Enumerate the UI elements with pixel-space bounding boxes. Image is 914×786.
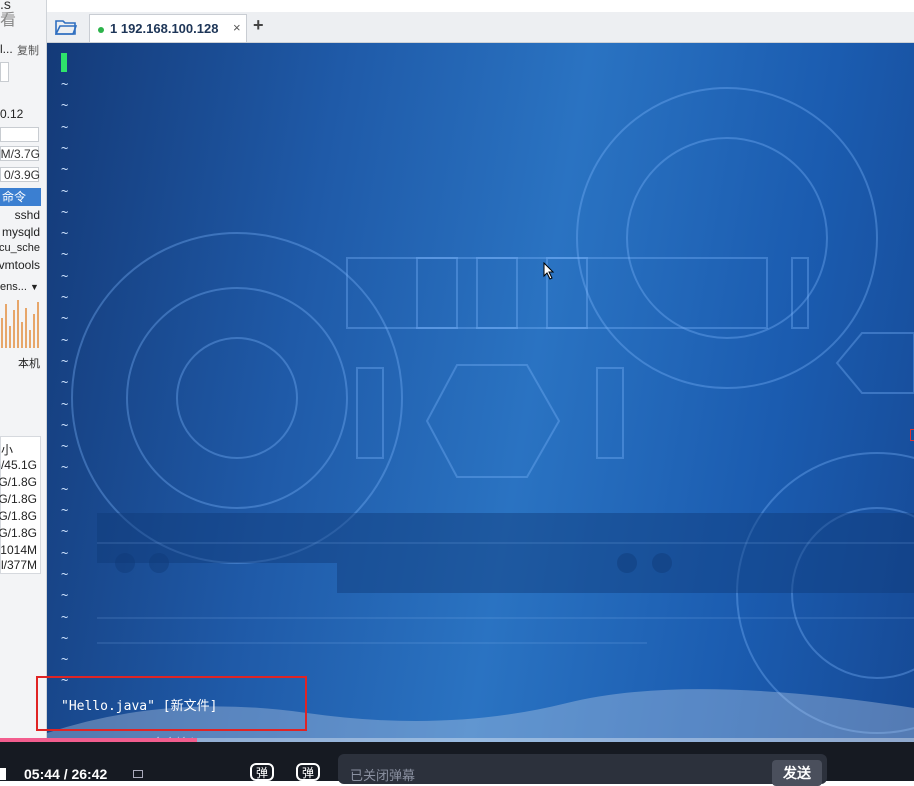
vim-tilde-line: ~ — [61, 524, 69, 539]
interface-dropdown-label: ens... — [0, 281, 27, 293]
close-icon[interactable]: × — [233, 20, 241, 35]
process-item[interactable]: rcu_sche — [0, 242, 40, 254]
disk-row: G/1.8G — [0, 475, 37, 489]
disk-row: G/45.1G — [0, 458, 37, 472]
sidebar: .s 看 l... 复制 0.12 M/3.7G 0/3.9G 命令 sshd … — [0, 0, 47, 738]
vim-tilde-line: ~ — [61, 140, 69, 155]
vim-tilde-line: ~ — [61, 98, 69, 113]
process-column-header[interactable]: 命令 — [0, 188, 41, 206]
video-player-bar: 05:44 / 26:42 弹 弹 已关闭弹幕 发送 — [0, 742, 914, 786]
terminal-cursor — [61, 53, 67, 72]
memory-usage: M/3.7G — [0, 147, 40, 161]
vim-tilde-line: ~ — [61, 268, 69, 283]
video-time: 05:44 / 26:42 — [24, 766, 108, 782]
disk-row: G/1.8G — [0, 509, 37, 523]
vim-tilde-line: ~ — [61, 353, 69, 368]
sidebar-field — [0, 127, 39, 142]
status-dot-icon — [98, 27, 104, 33]
screen-mode-icon[interactable] — [133, 770, 143, 778]
folder-icon[interactable] — [55, 18, 77, 36]
vim-tilde-line: ~ — [61, 247, 69, 262]
vim-tilde-line: ~ — [61, 204, 69, 219]
vim-tilde-line: ~ — [61, 545, 69, 560]
disk-row: 1014M — [0, 543, 37, 557]
process-item[interactable]: sshd — [15, 208, 40, 222]
svg-text:弹: 弹 — [302, 766, 314, 780]
play-pause-icon[interactable] — [0, 768, 6, 780]
copy-button[interactable]: 复制 — [17, 42, 39, 58]
add-tab-button[interactable]: + — [253, 15, 264, 36]
vim-tilde-line: ~ — [61, 417, 69, 432]
vim-tilde-line: ~ — [61, 630, 69, 645]
vim-tilde-line: ~ — [61, 503, 69, 517]
sidebar-field — [0, 62, 9, 82]
terminal-area[interactable]: ~ ~ ~ ~ ~ ~ ~ ~ ~ ~ ~ ~ ~ ~ ~ ~ ~ ~ ~ ~ ~ ~ ~ ~ ~ ~ ~ ~ ~ "Hello.jav… — [47, 43, 914, 743]
vim-tilde-line: ~ — [61, 290, 69, 304]
danmu-toggle-icon[interactable]: 弹 — [249, 760, 275, 782]
process-item[interactable]: mysqld — [2, 225, 40, 239]
disk-header: 小 — [1, 443, 14, 457]
vim-tilde-line: ~ — [61, 652, 69, 667]
vim-tilde-line: ~ — [61, 183, 69, 198]
background-decoration — [47, 87, 914, 743]
vim-tilde-line: ~ — [61, 396, 69, 411]
vim-tilde-line: ~ — [61, 588, 69, 603]
disk-row: G/1.8G — [0, 492, 37, 506]
vim-tilde-line: ~ — [61, 566, 69, 581]
network-chart — [0, 298, 42, 348]
vim-tilde-line: ~ — [61, 77, 69, 91]
vim-tilde-line: ~ — [61, 439, 69, 454]
danmu-settings-icon[interactable]: 弹 — [295, 760, 321, 782]
vim-tilde-line: ~ — [61, 119, 69, 134]
tab-session-label: 1 192.168.100.128 — [110, 21, 219, 36]
mouse-pointer-icon — [543, 262, 555, 280]
vim-tilde-line: ~ — [61, 226, 69, 241]
interface-dropdown[interactable]: ens... ▼ — [0, 281, 39, 293]
danmu-input-placeholder: 已关闭弹幕 — [350, 768, 416, 783]
chevron-down-icon: ▼ — [29, 282, 39, 292]
svg-text:弹: 弹 — [256, 766, 268, 780]
local-label: 本机 — [18, 358, 40, 370]
host-name: l... — [0, 42, 13, 56]
vim-tilde-line: ~ — [61, 609, 69, 624]
vim-tilde-line: ~ — [61, 162, 69, 177]
danmu-input[interactable]: 已关闭弹幕 发送 — [338, 754, 827, 786]
disk-row: l/377M — [0, 558, 37, 572]
vim-tilde-line: ~ — [61, 375, 69, 390]
page-fragment-title: 看 — [0, 12, 17, 29]
disk-panel: 小 G/45.1G G/1.8G G/1.8G G/1.8G G/1.8G 10… — [0, 436, 41, 574]
tab-session[interactable]: 1 192.168.100.128 × — [89, 14, 247, 42]
annotation-mark — [910, 429, 914, 441]
send-button[interactable]: 发送 — [772, 760, 822, 786]
highlight-annotation-box — [36, 676, 307, 731]
vim-tilde-line: ~ — [61, 460, 69, 475]
vim-tilde-line: ~ — [61, 311, 69, 326]
disk-row: G/1.8G — [0, 526, 37, 540]
swap-usage: 0/3.9G — [3, 168, 40, 182]
vim-tilde-line: ~ — [61, 332, 69, 347]
tab-bar: 1 192.168.100.128 × + — [47, 12, 914, 43]
vim-tilde-line: ~ — [61, 481, 69, 496]
ip-address: 0.12 — [0, 107, 24, 121]
process-item[interactable]: vmtools — [0, 258, 40, 272]
